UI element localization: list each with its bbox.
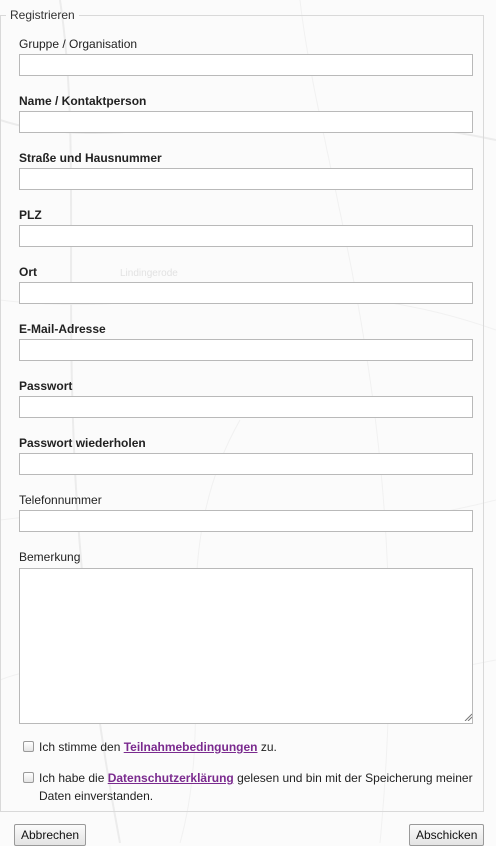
textarea-resize-grip-icon[interactable] [464,713,472,721]
privacy-link[interactable]: Datenschutzerklärung [108,771,234,785]
city-input[interactable] [19,282,473,304]
zip-input[interactable] [19,225,473,247]
registration-form: Registrieren Gruppe / Organisation Name … [0,0,496,846]
remark-textarea[interactable] [19,568,473,724]
street-label: Straße und Hausnummer [19,151,162,165]
phone-input[interactable] [19,510,473,532]
privacy-text-before: Ich habe die [39,771,108,785]
contact-name-input[interactable] [19,111,473,133]
contact-name-label: Name / Kontaktperson [19,94,147,108]
terms-text-before: Ich stimme den [39,740,124,754]
password-repeat-label: Passwort wiederholen [19,436,146,450]
privacy-consent-text: Ich habe die Datenschutzerklärung gelese… [39,769,491,805]
street-input[interactable] [19,168,473,190]
remark-label: Bemerkung [19,550,81,564]
terms-consent-text: Ich stimme den Teilnahmebedingungen zu. [39,738,479,756]
password-input[interactable] [19,396,473,418]
zip-label: PLZ [19,208,42,222]
form-legend: Registrieren [10,8,75,22]
email-label: E-Mail-Adresse [19,322,106,336]
privacy-checkbox[interactable] [23,772,34,783]
terms-text-after: zu. [257,740,277,754]
terms-link[interactable]: Teilnahmebedingungen [124,740,258,754]
password-label: Passwort [19,379,73,393]
phone-label: Telefonnummer [19,493,102,507]
city-label: Ort [19,265,37,279]
organisation-label: Gruppe / Organisation [19,37,138,51]
terms-checkbox[interactable] [23,741,34,752]
email-input[interactable] [19,339,473,361]
organisation-input[interactable] [19,54,473,76]
password-repeat-input[interactable] [19,453,473,475]
